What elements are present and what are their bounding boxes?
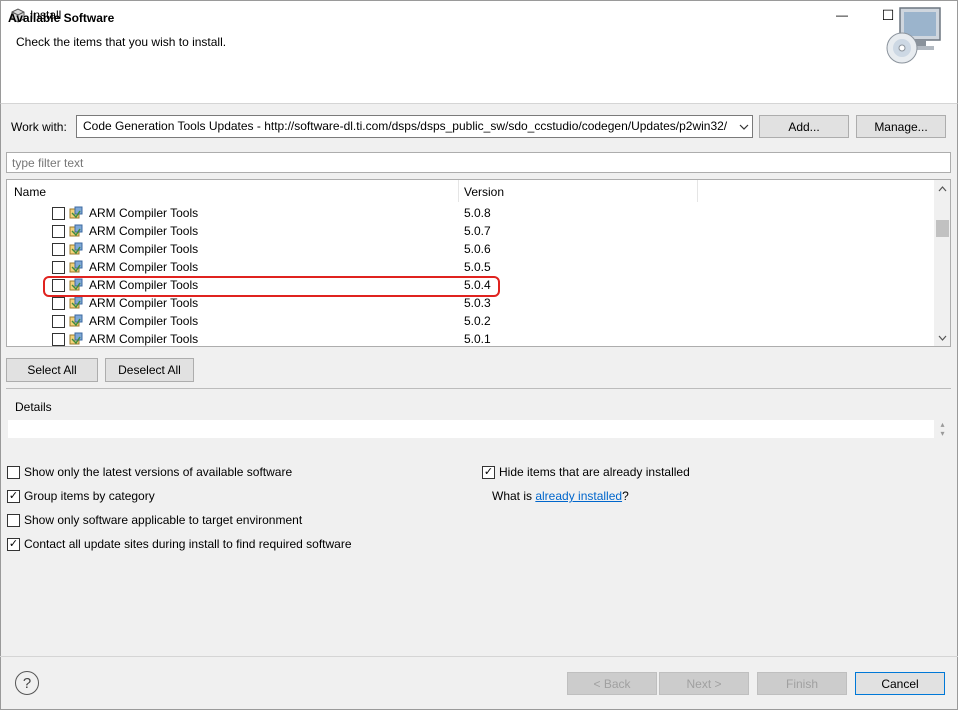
minimize-icon: —	[836, 8, 848, 22]
checkbox[interactable]	[7, 513, 20, 527]
row-checkbox[interactable]	[52, 225, 65, 238]
divider	[0, 656, 958, 657]
add-button[interactable]: Add...	[759, 115, 849, 138]
back-button[interactable]: < Back	[567, 672, 657, 695]
feature-plugin-icon	[69, 224, 83, 237]
deselect-all-button[interactable]: Deselect All	[105, 358, 194, 382]
feature-plugin-icon	[69, 332, 83, 345]
what-is-installed-text: What is already installed?	[492, 489, 629, 503]
work-with-combobox[interactable]: Code Generation Tools Updates - http://s…	[76, 115, 753, 138]
next-button[interactable]: Next >	[659, 672, 749, 695]
table-row[interactable]: ARM Compiler Tools 5.0.7	[7, 222, 933, 240]
table-row[interactable]: ARM Compiler Tools 5.0.6	[7, 240, 933, 258]
row-name: ARM Compiler Tools	[89, 260, 199, 274]
divider	[6, 388, 951, 389]
row-name: ARM Compiler Tools	[89, 314, 199, 328]
manage-button[interactable]: Manage...	[856, 115, 946, 138]
filter-input[interactable]: type filter text	[6, 152, 951, 173]
feature-plugin-icon	[69, 314, 83, 327]
column-header-version[interactable]: Version	[464, 185, 504, 199]
row-version: 5.0.6	[464, 242, 491, 256]
option-label: Show only the latest versions of availab…	[24, 465, 293, 479]
option-label: Contact all update sites during install …	[24, 537, 352, 551]
chevron-down-icon[interactable]	[737, 116, 751, 137]
row-version: 5.0.5	[464, 260, 491, 274]
table-row[interactable]: ARM Compiler Tools 5.0.8	[7, 204, 933, 222]
row-checkbox[interactable]	[52, 315, 65, 328]
feature-plugin-icon	[69, 242, 83, 255]
option-latest-versions[interactable]: Show only the latest versions of availab…	[7, 465, 292, 479]
option-hide-installed[interactable]: ✓ Hide items that are already installed	[482, 465, 690, 479]
row-name: ARM Compiler Tools	[89, 242, 199, 256]
row-name: ARM Compiler Tools	[89, 332, 199, 346]
row-version: 5.0.3	[464, 296, 491, 310]
checkbox[interactable]: ✓	[482, 465, 495, 479]
row-checkbox[interactable]	[52, 207, 65, 220]
column-divider[interactable]	[697, 180, 698, 202]
scroll-thumb[interactable]	[936, 220, 949, 237]
option-contact-update-sites[interactable]: ✓ Contact all update sites during instal…	[7, 537, 352, 551]
feature-plugin-icon	[69, 260, 83, 273]
scroll-down-icon[interactable]	[934, 329, 950, 346]
table-row[interactable]: ARM Compiler Tools 5.0.5	[7, 258, 933, 276]
row-version: 5.0.8	[464, 206, 491, 220]
cancel-button[interactable]: Cancel	[855, 672, 945, 695]
row-version: 5.0.1	[464, 332, 491, 346]
table-row[interactable]: ARM Compiler Tools 5.0.2	[7, 312, 933, 330]
row-name: ARM Compiler Tools	[89, 224, 199, 238]
software-table: Name Version ARM Compiler Tools 5.0.8 ARM …	[6, 179, 951, 347]
checkbox[interactable]: ✓	[7, 489, 20, 503]
row-version: 5.0.2	[464, 314, 491, 328]
help-icon[interactable]: ?	[15, 671, 39, 695]
page-title: Available Software	[8, 11, 115, 25]
select-all-button[interactable]: Select All	[6, 358, 98, 382]
option-group-by-category[interactable]: ✓ Group items by category	[7, 489, 155, 503]
row-checkbox[interactable]	[52, 261, 65, 274]
option-label: Show only software applicable to target …	[24, 513, 303, 527]
finish-button[interactable]: Finish	[757, 672, 847, 695]
vertical-scrollbar[interactable]	[934, 180, 950, 346]
option-target-environment[interactable]: Show only software applicable to target …	[7, 513, 302, 527]
option-label: Group items by category	[24, 489, 155, 503]
page-subtitle: Check the items that you wish to install…	[16, 35, 227, 49]
details-text-area[interactable]	[8, 420, 934, 438]
what-is-prefix: What is	[492, 489, 536, 503]
feature-plugin-icon	[69, 206, 83, 219]
what-is-suffix: ?	[622, 489, 629, 503]
details-label: Details	[15, 400, 52, 414]
feature-plugin-icon	[69, 296, 83, 309]
row-checkbox[interactable]	[52, 243, 65, 256]
option-label: Hide items that are already installed	[499, 465, 690, 479]
highlight-annotation	[43, 276, 500, 297]
work-with-label: Work with:	[11, 120, 67, 134]
row-name: ARM Compiler Tools	[89, 296, 199, 310]
checkbox[interactable]: ✓	[7, 537, 20, 551]
checkbox[interactable]	[7, 465, 20, 479]
title-bar	[0, 0, 958, 30]
column-divider[interactable]	[458, 180, 459, 202]
install-cd-computer-icon	[886, 7, 941, 64]
row-name: ARM Compiler Tools	[89, 206, 199, 220]
already-installed-link[interactable]: already installed	[535, 489, 622, 503]
minimize-button[interactable]: —	[819, 0, 865, 30]
table-row[interactable]: ARM Compiler Tools 5.0.1	[7, 330, 933, 346]
row-version: 5.0.7	[464, 224, 491, 238]
row-checkbox[interactable]	[52, 333, 65, 346]
column-header-name[interactable]: Name	[14, 185, 46, 199]
row-checkbox[interactable]	[52, 297, 65, 310]
details-scrollbar[interactable]: ▴ ▾	[934, 420, 951, 438]
scroll-up-icon[interactable]	[934, 180, 950, 197]
